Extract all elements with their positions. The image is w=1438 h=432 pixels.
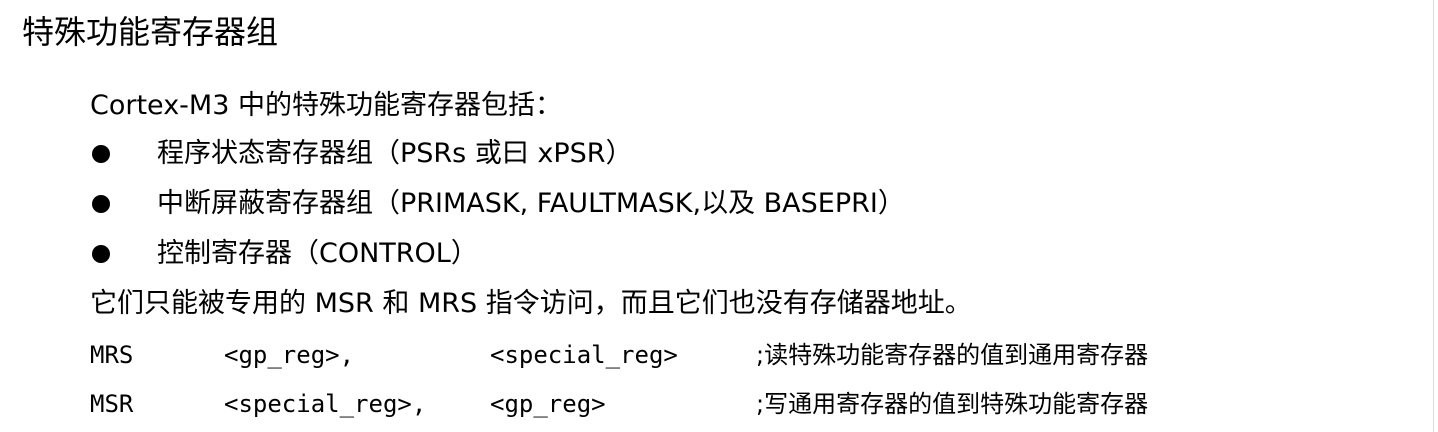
code-operand: <gp_reg>, bbox=[224, 341, 355, 369]
bullet-dot-icon bbox=[92, 145, 110, 163]
bullet-dot-icon bbox=[92, 195, 110, 213]
code-comment: ;读特殊功能寄存器的值到通用寄存器 bbox=[756, 341, 1149, 369]
list-item-text: 中断屏蔽寄存器组（PRIMASK, FAULTMASK,以及 BASEPRI） bbox=[157, 188, 905, 219]
code-instruction: MSR bbox=[90, 390, 134, 418]
list-item-text: 控制寄存器（CONTROL） bbox=[157, 238, 478, 269]
intro-text: Cortex-M3 中的特殊功能寄存器包括： bbox=[90, 90, 562, 121]
access-note: 它们只能被专用的 MSR 和 MRS 指令访问，而且它们也没有存储器地址。 bbox=[90, 288, 972, 319]
code-operand: <special_reg> bbox=[490, 341, 678, 369]
bullet-dot-icon bbox=[92, 245, 110, 263]
code-instruction: MRS bbox=[90, 341, 134, 369]
code-operand: <special_reg>, bbox=[224, 390, 427, 418]
code-comment: ;写通用寄存器的值到特殊功能寄存器 bbox=[756, 390, 1149, 418]
page-border-line bbox=[1433, 0, 1434, 432]
list-item-text: 程序状态寄存器组（PSRs 或曰 xPSR） bbox=[157, 138, 633, 169]
code-operand: <gp_reg> bbox=[490, 390, 606, 418]
page-title: 特殊功能寄存器组 bbox=[22, 13, 279, 51]
